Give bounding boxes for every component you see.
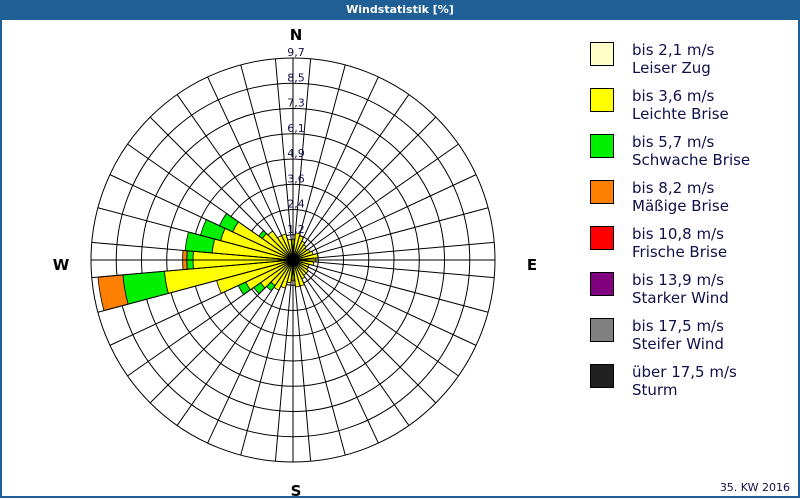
legend-name: Frische Brise — [632, 243, 728, 261]
spoke — [292, 259, 410, 426]
ring-label: 2,4 — [287, 198, 305, 211]
legend-range: bis 2,1 m/s — [632, 41, 715, 59]
compass-W: W — [53, 256, 70, 274]
ring-label: 9,7 — [287, 46, 305, 59]
legend-swatch — [590, 318, 614, 342]
spoke — [292, 259, 437, 404]
spoke — [292, 259, 346, 456]
legend-name: Sturm — [632, 381, 678, 399]
legend-range: über 17,5 m/s — [632, 363, 737, 381]
legend-range: bis 17,5 m/s — [632, 317, 724, 335]
legend-name: Mäßige Brise — [632, 197, 729, 215]
spoke — [292, 143, 459, 261]
spoke — [292, 116, 437, 261]
legend-name: Steifer Wind — [632, 335, 724, 353]
compass-N: N — [290, 26, 303, 44]
legend-name: Schwache Brise — [632, 151, 751, 169]
spokes — [91, 58, 495, 462]
legend-swatch — [590, 226, 614, 250]
legend-swatch — [590, 134, 614, 158]
legend-range: bis 8,2 m/s — [632, 179, 715, 197]
legend-swatch — [590, 42, 614, 66]
legend-name: Leiser Zug — [632, 59, 711, 77]
compass-E: E — [527, 256, 537, 274]
legend-range: bis 3,6 m/s — [632, 87, 715, 105]
ring-label: 8,5 — [287, 71, 305, 84]
spoke — [292, 207, 489, 261]
compass-S: S — [291, 482, 302, 500]
legend-range: bis 5,7 m/s — [632, 133, 715, 151]
week-label: 35. KW 2016 — [719, 481, 790, 494]
legend-swatch — [590, 180, 614, 204]
center-dot — [287, 254, 299, 266]
legend-range: bis 13,9 m/s — [632, 271, 724, 289]
ring-label: 6,1 — [287, 122, 305, 135]
ring-label: 3,6 — [287, 172, 305, 185]
chart-title: Windstatistik [%] — [0, 0, 800, 20]
legend-swatch — [590, 88, 614, 112]
spoke — [292, 259, 489, 313]
legend-swatch — [590, 364, 614, 388]
ring-label: 4,9 — [287, 147, 305, 160]
spoke — [292, 94, 410, 261]
legend-range: bis 10,8 m/s — [632, 225, 724, 243]
legend-name: Starker Wind — [632, 289, 729, 307]
ring-label: 7,3 — [287, 97, 305, 110]
legend-swatch — [590, 272, 614, 296]
legend-name: Leichte Brise — [632, 105, 729, 123]
ring-label: 1,2 — [287, 223, 305, 236]
spoke — [292, 259, 459, 377]
